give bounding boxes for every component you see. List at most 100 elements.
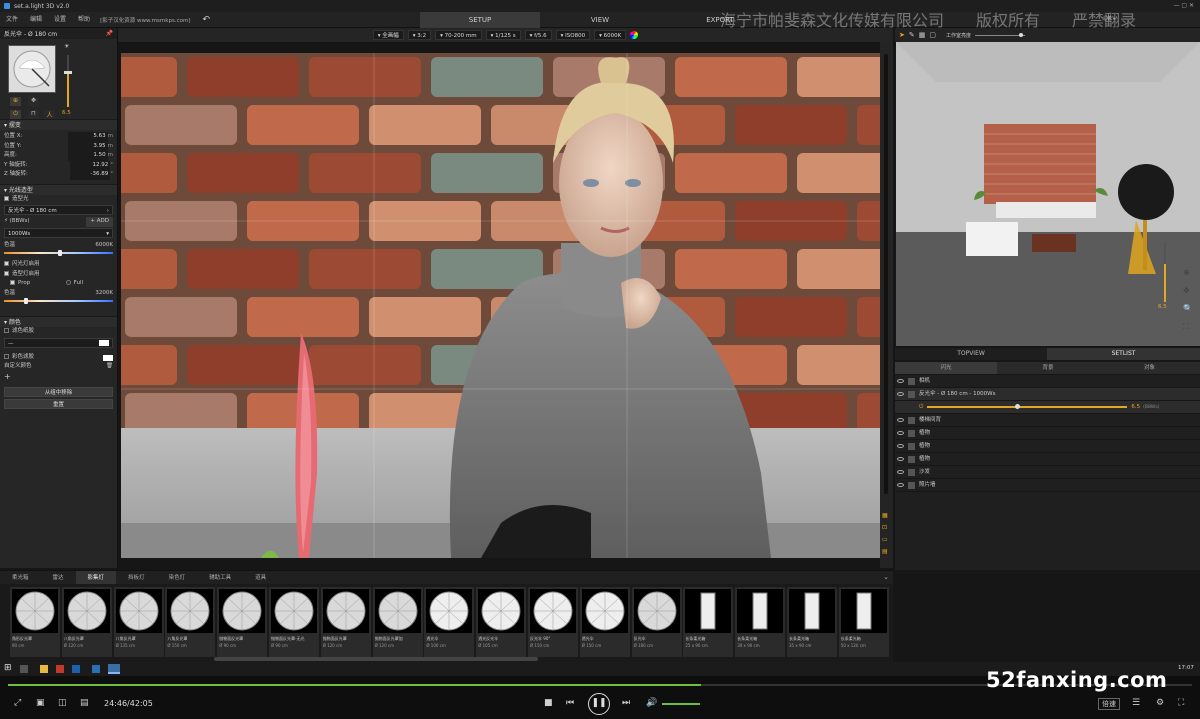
scene-power-slider[interactable] — [1164, 242, 1166, 302]
cursor-icon[interactable]: ➤ — [899, 31, 905, 39]
filter-objects[interactable]: 对象 — [1099, 362, 1200, 374]
orbit-icon[interactable]: ⊕ — [1183, 268, 1190, 277]
modeling-enable-checkbox[interactable] — [4, 270, 9, 276]
prop-value-input[interactable]: 12.92 — [70, 160, 111, 170]
power-toggle-icon[interactable]: ⏻ — [10, 110, 21, 119]
eye-icon[interactable] — [897, 392, 904, 396]
library-tab-5[interactable]: 辅助工具 — [197, 571, 243, 585]
task-view-icon[interactable] — [20, 665, 28, 673]
modifier-item[interactable]: 抛物面反光罩加 Ø 120 cm — [372, 587, 423, 657]
library-tab-1[interactable]: 雷达 — [41, 571, 76, 585]
camera-setting-4[interactable]: ▾ f/5.6 — [524, 30, 552, 40]
modifier-item[interactable]: 透光伞 Ø 100 cm — [424, 587, 475, 657]
modifier-item[interactable]: 八角反光罩 Ø 135 cm — [113, 587, 164, 657]
tab-topview[interactable]: TOPVIEW — [895, 348, 1047, 360]
eye-icon[interactable] — [897, 444, 904, 448]
frame-view-icon[interactable]: ▢ — [929, 31, 936, 39]
prop-value-input[interactable]: 1.50 — [67, 151, 108, 161]
prop-value-input[interactable]: 3.95 — [67, 141, 108, 151]
comment-icon[interactable]: ▤ — [80, 698, 89, 708]
frame-icon[interactable]: ▭ — [882, 536, 888, 543]
zoom-icon[interactable]: 🔍 — [1183, 304, 1193, 313]
setlist-row[interactable]: 植物 — [895, 427, 1200, 440]
setlist-power-slider[interactable] — [927, 404, 1128, 409]
trash-icon[interactable]: 🗑 — [106, 362, 113, 372]
app-red-icon[interactable] — [56, 665, 64, 673]
histogram-icon[interactable]: ▤ — [882, 548, 888, 555]
color-temp2-slider[interactable] — [4, 298, 113, 304]
eye-icon[interactable] — [897, 379, 904, 383]
menu-item-3[interactable]: 帮助 — [72, 12, 96, 28]
eye-icon[interactable] — [897, 483, 904, 487]
eye-icon[interactable] — [897, 418, 904, 422]
library-scrollbar[interactable] — [214, 657, 538, 661]
next-icon[interactable]: ⏭ — [622, 698, 630, 708]
studio-brightness-slider[interactable] — [975, 32, 1026, 37]
setlist-row[interactable]: 植物 — [895, 440, 1200, 453]
menu-item-1[interactable]: 编辑 — [24, 12, 48, 28]
full-radio[interactable] — [65, 280, 71, 285]
prop-value-input[interactable]: -36.89 — [70, 170, 111, 180]
expand-icon[interactable]: ⤢ — [14, 698, 21, 708]
undo-icon[interactable]: ↶ — [202, 15, 210, 25]
modifier-item[interactable]: 抛物面反光罩-无光 Ø 90 cm — [269, 587, 319, 657]
volume-slider[interactable] — [662, 703, 700, 705]
library-tab-0[interactable]: 柔光箱 — [0, 571, 41, 585]
modifier-item[interactable]: 长条柔光箱 30 x 90 cm — [735, 587, 786, 657]
grid-icon[interactable]: ▦ — [882, 512, 888, 519]
playlist-icon[interactable]: ☰ — [1132, 698, 1140, 708]
pause-button[interactable]: ❚❚ — [588, 693, 610, 715]
explorer-icon[interactable] — [40, 665, 48, 673]
library-tab-3[interactable]: 挡板灯 — [116, 571, 157, 585]
section-gel[interactable]: ▾ 颜色 — [0, 316, 117, 327]
gel2-swatch[interactable] — [103, 354, 113, 361]
flash-enable-checkbox[interactable] — [4, 261, 9, 266]
camera-setting-5[interactable]: ▾ ISO800 — [555, 30, 591, 40]
modifier-item[interactable]: 透光伞 Ø 150 cm — [579, 587, 630, 657]
setlist-row[interactable]: 沙发 — [895, 466, 1200, 479]
tab-setlist[interactable]: SETLIST — [1047, 348, 1200, 360]
modifier-item[interactable]: 长条柔光箱 50 x 120 cm — [838, 587, 889, 657]
pen-icon[interactable]: ✎ — [909, 31, 915, 39]
stand-icon[interactable]: ⊓ — [28, 110, 39, 119]
chapters-icon[interactable]: ▣ — [36, 698, 45, 708]
eye-icon[interactable] — [897, 457, 904, 461]
power-slider[interactable] — [64, 55, 72, 107]
modifier-dropdown[interactable]: 反光伞 - Ø 180 cm › — [4, 205, 113, 215]
settings-icon[interactable]: ⚙ — [1156, 698, 1164, 708]
target-icon[interactable]: ⊕ — [10, 97, 21, 106]
library-tab-2[interactable]: 影集灯 — [75, 570, 117, 585]
modifier-item[interactable]: 抛物面反光罩 Ø 120 cm — [320, 587, 371, 657]
modifier-item[interactable]: 长条柔光箱 35 x 90 cm — [787, 587, 837, 657]
viewport-scrollbar[interactable] — [884, 54, 888, 494]
grid-view-icon[interactable]: ▦ — [919, 31, 926, 39]
menu-item-0[interactable]: 文件 — [0, 12, 24, 28]
move-icon[interactable]: ✥ — [28, 97, 39, 106]
gel1-dropdown[interactable]: — — [4, 337, 113, 348]
color-wheel-icon[interactable] — [630, 31, 639, 39]
setlist-row[interactable]: 相机 — [895, 375, 1200, 388]
windows-start-icon[interactable]: ⊞ — [4, 663, 12, 673]
modifier-item[interactable]: 八角反光罩 Ø 120 cm — [61, 587, 112, 657]
add-button[interactable]: + ADD — [86, 217, 113, 227]
plus-icon[interactable]: + — [4, 372, 11, 382]
person-icon[interactable]: 人 — [44, 110, 55, 119]
collapse-icon[interactable]: ⌄ — [883, 573, 889, 581]
mode-tab-view[interactable]: VIEW — [540, 12, 660, 28]
screenshot-icon[interactable]: ◫ — [58, 698, 67, 708]
setalight-task-icon[interactable] — [108, 664, 120, 674]
stop-icon[interactable]: ■ — [544, 698, 553, 708]
mode-tab-setup[interactable]: SETUP — [420, 12, 540, 28]
prop-value-input[interactable]: 5.63 — [67, 132, 108, 142]
light-type-checkbox[interactable] — [4, 195, 9, 201]
gel1-checkbox[interactable] — [4, 328, 9, 333]
camera-setting-2[interactable]: ▾ 70-200 mm — [435, 30, 482, 40]
color-temp-slider[interactable] — [4, 250, 113, 256]
camera-setting-6[interactable]: ▾ 6000K — [594, 30, 627, 40]
fullscreen-icon[interactable]: ⛶ — [1178, 698, 1184, 708]
gel2-checkbox[interactable] — [4, 353, 9, 359]
setlist-row[interactable]: 照片墙 — [895, 479, 1200, 492]
filter-background[interactable]: 背景 — [997, 362, 1099, 374]
modifier-item[interactable]: 抛物面反光罩 Ø 90 cm — [217, 587, 268, 657]
setlist-row[interactable]: 反光伞 - Ø 180 cm - 1000Ws — [895, 388, 1200, 401]
